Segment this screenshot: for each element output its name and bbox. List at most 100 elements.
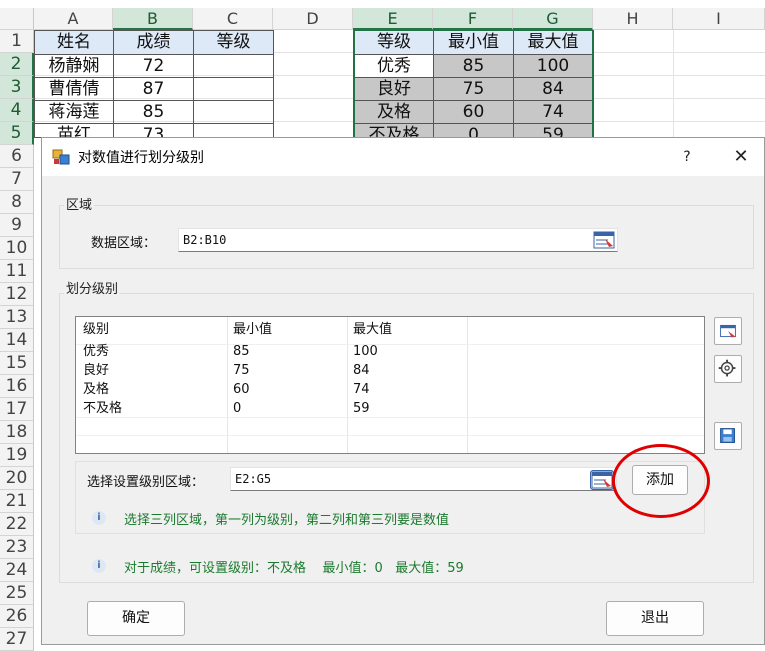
data-area-input[interactable]: B2:B10 [178, 228, 618, 252]
list-header-max[interactable]: 最大值 [353, 320, 392, 340]
info-icon: i [92, 511, 106, 525]
level-table-header[interactable]: 最小值 [433, 31, 513, 54]
column-header-c[interactable]: C [193, 8, 273, 30]
score-cell[interactable] [193, 54, 273, 77]
score-table-header[interactable]: 成绩 [113, 31, 193, 54]
row-header-17[interactable]: 17 [0, 398, 34, 421]
select-area-input[interactable]: E2:G5 [230, 467, 617, 491]
help-button[interactable]: ? [674, 144, 700, 170]
row-header-11[interactable]: 11 [0, 260, 34, 283]
level-cell[interactable]: 60 [433, 100, 513, 123]
level-cell[interactable]: 84 [513, 77, 592, 100]
level-cell[interactable]: 74 [513, 100, 592, 123]
score-cell[interactable]: 87 [113, 77, 193, 100]
score-table-header[interactable]: 姓名 [35, 31, 113, 54]
row-header-13[interactable]: 13 [0, 306, 34, 329]
row-header-27[interactable]: 27 [0, 628, 34, 651]
select-area-label: 选择设置级别区域： [87, 475, 205, 490]
select-all-corner[interactable] [0, 8, 34, 30]
score-cell[interactable] [193, 77, 273, 100]
list-item[interactable]: 100 [353, 342, 378, 362]
save-icon [720, 428, 735, 443]
list-item[interactable]: 不及格 [83, 399, 122, 419]
score-cell[interactable]: 72 [113, 54, 193, 77]
level-cell[interactable]: 优秀 [355, 54, 433, 77]
levels-group-label: 划分级别 [64, 278, 121, 297]
level-table-header[interactable]: 等级 [355, 31, 433, 54]
list-item[interactable]: 良好 [83, 361, 109, 381]
exit-button[interactable]: 退出 [606, 601, 704, 636]
row-header-20[interactable]: 20 [0, 467, 34, 490]
row-header-21[interactable]: 21 [0, 490, 34, 513]
row-header-12[interactable]: 12 [0, 283, 34, 306]
column-header-b[interactable]: B [113, 8, 193, 30]
score-cell[interactable] [193, 100, 273, 123]
level-cell[interactable]: 75 [433, 77, 513, 100]
column-header-e[interactable]: E [353, 8, 433, 30]
level-cell[interactable]: 及格 [355, 100, 433, 123]
score-cell[interactable]: 蒋海莲 [35, 100, 113, 123]
settings-button[interactable] [714, 355, 742, 383]
column-header-a[interactable]: A [34, 8, 113, 30]
ok-button[interactable]: 确定 [87, 601, 185, 636]
score-cell[interactable]: 85 [113, 100, 193, 123]
clear-icon [720, 324, 736, 338]
row-header-5[interactable]: 5 [0, 122, 34, 145]
list-item[interactable]: 及格 [83, 380, 109, 400]
column-header-f[interactable]: F [433, 8, 513, 30]
row-header-4[interactable]: 4 [0, 99, 34, 122]
column-header-i[interactable]: I [673, 8, 765, 30]
row-header-1[interactable]: 1 [0, 30, 34, 53]
row-header-25[interactable]: 25 [0, 582, 34, 605]
score-cell[interactable]: 杨静娴 [35, 54, 113, 77]
row-header-19[interactable]: 19 [0, 444, 34, 467]
column-divider [227, 317, 228, 453]
row-header-15[interactable]: 15 [0, 352, 34, 375]
list-item[interactable]: 85 [233, 342, 250, 362]
row-header-16[interactable]: 16 [0, 375, 34, 398]
column-header-d[interactable]: D [273, 8, 353, 30]
score-cell[interactable]: 曹倩倩 [35, 77, 113, 100]
row-header-9[interactable]: 9 [0, 214, 34, 237]
list-item[interactable]: 75 [233, 361, 250, 381]
list-item[interactable]: 59 [353, 399, 370, 419]
level-cell[interactable]: 良好 [355, 77, 433, 100]
level-cell[interactable]: 100 [513, 54, 592, 77]
list-item[interactable]: 84 [353, 361, 370, 381]
column-header-g[interactable]: G [513, 8, 593, 30]
row-header-2[interactable]: 2 [0, 53, 34, 76]
column-header-h[interactable]: H [593, 8, 673, 30]
row-header-10[interactable]: 10 [0, 237, 34, 260]
dialog-title: 对数值进行划分级别 [78, 150, 204, 166]
level-table-header[interactable]: 最大值 [513, 31, 592, 54]
score-table-header[interactable]: 等级 [193, 31, 273, 54]
list-item[interactable]: 74 [353, 380, 370, 400]
clear-list-button[interactable] [714, 317, 742, 345]
column-divider [467, 317, 468, 453]
list-header-level[interactable]: 级别 [83, 320, 109, 340]
row-header-3[interactable]: 3 [0, 76, 34, 99]
list-header-min[interactable]: 最小值 [233, 320, 272, 340]
row-header-26[interactable]: 26 [0, 605, 34, 628]
row-divider [76, 417, 704, 418]
row-header-14[interactable]: 14 [0, 329, 34, 352]
save-button[interactable] [714, 422, 742, 450]
row-header-8[interactable]: 8 [0, 191, 34, 214]
column-divider [347, 317, 348, 453]
range-picker-icon[interactable] [593, 231, 615, 249]
range-picker-icon[interactable] [590, 470, 614, 490]
row-header-18[interactable]: 18 [0, 421, 34, 444]
dialog-titlebar[interactable]: 对数值进行划分级别 ? ✕ [42, 138, 764, 176]
close-button[interactable]: ✕ [728, 144, 754, 170]
levels-listview[interactable]: 级别 最小值 最大值 优秀 85 100 良好 75 84 及格 60 74 不… [75, 316, 705, 454]
list-item[interactable]: 优秀 [83, 342, 109, 362]
data-area-label: 数据区域： [91, 236, 157, 251]
list-item[interactable]: 60 [233, 380, 250, 400]
row-header-24[interactable]: 24 [0, 559, 34, 582]
list-item[interactable]: 0 [233, 399, 241, 419]
level-cell[interactable]: 85 [433, 54, 513, 77]
row-header-22[interactable]: 22 [0, 513, 34, 536]
row-header-23[interactable]: 23 [0, 536, 34, 559]
row-header-7[interactable]: 7 [0, 168, 34, 191]
row-header-6[interactable]: 6 [0, 145, 34, 168]
